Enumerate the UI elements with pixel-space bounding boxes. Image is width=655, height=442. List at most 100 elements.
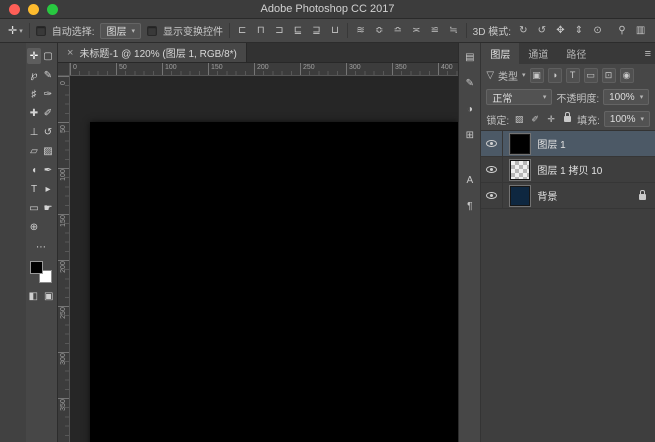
vertical-ruler[interactable]: 050100150200250300350 xyxy=(58,76,70,442)
distribute-right-edges-icon[interactable]: ≒ xyxy=(447,23,460,38)
active-tool-badge[interactable]: ✛ ▾ xyxy=(8,24,23,37)
filter-shape-layers-icon[interactable]: ▭ xyxy=(584,68,598,83)
visibility-toggle[interactable] xyxy=(481,131,503,156)
close-window-button[interactable] xyxy=(9,4,20,15)
show-transform-checkbox[interactable] xyxy=(147,26,157,36)
photoshop-window: Adobe Photoshop CC 2017 ✛ ▾ 自动选择: 图层 ▾ 显… xyxy=(0,0,655,442)
properties-panel-icon[interactable]: ✎ xyxy=(462,76,478,91)
auto-select-checkbox[interactable] xyxy=(36,26,46,36)
type-tool[interactable]: T xyxy=(27,181,41,197)
filter-kind-label: 类型 xyxy=(498,68,518,83)
histogram-panel-icon[interactable]: ▤ xyxy=(462,50,478,65)
align-top-edges-icon[interactable]: ⊑ xyxy=(292,23,305,38)
ruler-number: 350 xyxy=(395,64,407,72)
auto-select-target-value: 图层 xyxy=(106,23,126,38)
search-icon[interactable]: ⚲ xyxy=(616,23,629,38)
divider xyxy=(466,23,467,38)
filter-smart-objects-icon[interactable]: ⊡ xyxy=(602,68,616,83)
history-brush-tool[interactable]: ↺ xyxy=(41,124,55,140)
move-tool[interactable]: ✛ xyxy=(27,48,41,64)
chevron-down-icon: ▾ xyxy=(522,71,526,79)
foreground-color-swatch[interactable] xyxy=(30,261,43,274)
close-tab-icon[interactable]: × xyxy=(67,47,73,59)
fill-dropdown[interactable]: 100% ▾ xyxy=(604,111,650,127)
zoom-tool[interactable]: ⊕ xyxy=(27,219,41,235)
ruler-origin-corner[interactable] xyxy=(58,63,70,76)
blend-mode-dropdown[interactable]: 正常 ▾ xyxy=(486,89,552,105)
ruler-number: 150 xyxy=(60,215,68,227)
3d-drag-icon[interactable]: ✥ xyxy=(554,23,567,38)
auto-select-target-dropdown[interactable]: 图层 ▾ xyxy=(100,23,141,39)
tab-channels[interactable]: 通道 xyxy=(519,43,557,64)
distribute-left-edges-icon[interactable]: ≍ xyxy=(410,23,423,38)
horizontal-ruler[interactable]: 050100150200250300350400 xyxy=(70,63,458,76)
visibility-toggle[interactable] xyxy=(481,183,503,208)
opacity-dropdown[interactable]: 100% ▾ xyxy=(603,89,649,105)
distribute-bottom-edges-icon[interactable]: ≏ xyxy=(391,23,404,38)
distribute-top-edges-icon[interactable]: ≋ xyxy=(354,23,367,38)
zoom-window-button[interactable] xyxy=(47,4,58,15)
quick-mask-icon[interactable]: ◧ xyxy=(29,291,38,303)
crop-tool[interactable]: ♯ xyxy=(27,86,41,102)
layer-name[interactable]: 背景 xyxy=(537,188,639,203)
distribute-horizontal-centers-icon[interactable]: ≌ xyxy=(429,23,442,38)
healing-brush-tool[interactable]: ✚ xyxy=(27,105,41,121)
clone-stamp-tool[interactable]: ⊥ xyxy=(27,124,41,140)
filter-funnel-icon[interactable]: ▽ xyxy=(486,70,494,81)
filter-adjustment-layers-icon[interactable]: ◑ xyxy=(548,68,562,83)
character-panel-icon[interactable]: A xyxy=(462,173,478,188)
panel-menu-icon[interactable]: ≡ xyxy=(645,43,651,64)
lock-all-icon[interactable] xyxy=(561,112,573,126)
workspace-switcher-icon[interactable]: ▥ xyxy=(634,23,647,38)
move-tool-icon: ✛ xyxy=(8,24,17,37)
align-horizontal-centers-icon[interactable]: ⊓ xyxy=(255,23,268,38)
lock-position-icon[interactable]: ✛ xyxy=(545,112,557,126)
gradient-tool[interactable]: ▨ xyxy=(41,143,55,159)
paragraph-panel-icon[interactable]: ¶ xyxy=(462,199,478,214)
filter-pixel-layers-icon[interactable]: ▣ xyxy=(530,68,544,83)
adjustments-panel-icon[interactable]: ◑ xyxy=(462,102,478,117)
tab-layers[interactable]: 图层 xyxy=(481,43,519,64)
align-vertical-centers-icon[interactable]: ⊒ xyxy=(310,23,323,38)
lasso-tool[interactable]: ℘ xyxy=(27,67,41,83)
eyedropper-tool[interactable]: ✑ xyxy=(41,86,55,102)
visibility-toggle[interactable] xyxy=(481,157,503,182)
layer-thumbnail[interactable] xyxy=(510,186,530,206)
layer-name[interactable]: 图层 1 xyxy=(537,136,655,151)
3d-rotate-icon[interactable]: ↻ xyxy=(517,23,530,38)
edit-toolbar-icon[interactable]: ⋯ xyxy=(36,242,46,254)
path-selection-tool[interactable]: ▸ xyxy=(41,181,55,197)
layer-name[interactable]: 图层 1 拷贝 10 xyxy=(537,162,655,177)
layer-thumbnail[interactable] xyxy=(510,134,530,154)
align-left-edges-icon[interactable]: ⊏ xyxy=(236,23,249,38)
align-bottom-edges-icon[interactable]: ⊔ xyxy=(329,23,342,38)
eraser-tool[interactable]: ▱ xyxy=(27,143,41,159)
filter-type-layers-icon[interactable]: T xyxy=(566,68,580,83)
pen-tool[interactable]: ✒ xyxy=(41,162,55,178)
layer-thumbnail[interactable] xyxy=(510,160,530,180)
quick-selection-tool[interactable]: ✎ xyxy=(41,67,55,83)
lock-row: 锁定: ▨ ✐ ✛ 填充: 100% ▾ xyxy=(481,108,655,130)
rectangular-marquee-tool[interactable]: ▢ xyxy=(41,48,55,64)
3d-roll-icon[interactable]: ↺ xyxy=(536,23,549,38)
blur-tool[interactable]: ◖ xyxy=(27,162,41,178)
brush-tool[interactable]: ✐ xyxy=(41,105,55,121)
libraries-panel-icon[interactable]: ⊞ xyxy=(462,128,478,143)
align-right-edges-icon[interactable]: ⊐ xyxy=(273,23,286,38)
minimize-window-button[interactable] xyxy=(28,4,39,15)
3d-scale-icon[interactable]: ⊙ xyxy=(591,23,604,38)
distribute-vertical-centers-icon[interactable]: ≎ xyxy=(373,23,386,38)
lock-image-pixels-icon[interactable]: ✐ xyxy=(529,112,541,126)
layer-row-background[interactable]: 背景 xyxy=(481,183,655,209)
hand-tool[interactable]: ☛ xyxy=(41,200,55,216)
document-tab[interactable]: × 未标题-1 @ 120% (图层 1, RGB/8*) xyxy=(58,43,247,62)
shape-tool[interactable]: ▭ xyxy=(27,200,41,216)
layer-row-layer-1[interactable]: 图层 1 xyxy=(481,131,655,157)
tab-paths[interactable]: 路径 xyxy=(557,43,595,64)
3d-slide-icon[interactable]: ⇕ xyxy=(573,23,586,38)
document-canvas[interactable] xyxy=(90,122,458,442)
lock-transparent-pixels-icon[interactable]: ▨ xyxy=(513,112,525,126)
filter-toggle-icon[interactable]: ◉ xyxy=(620,68,634,83)
screen-mode-icon[interactable]: ▣ xyxy=(44,291,53,303)
layer-row-layer-1-copy-10[interactable]: 图层 1 拷贝 10 xyxy=(481,157,655,183)
